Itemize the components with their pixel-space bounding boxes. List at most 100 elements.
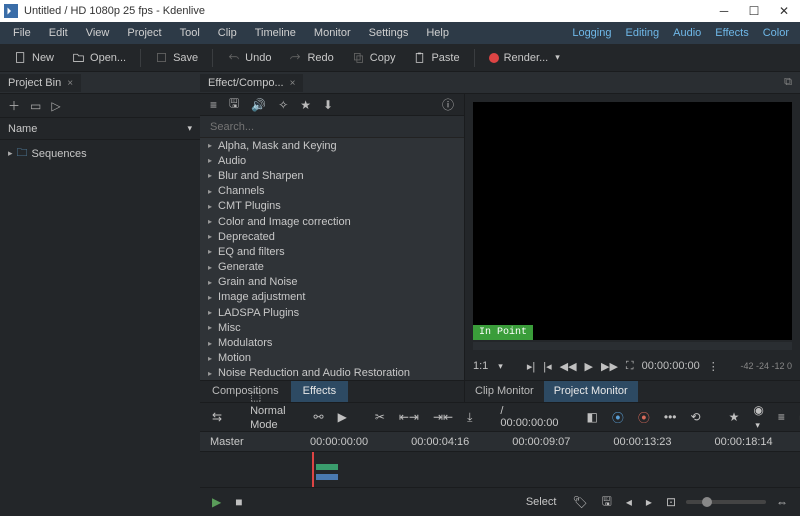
render-button[interactable]: Render...▾ (481, 49, 568, 67)
timeline-clip-video[interactable] (316, 464, 338, 470)
sequences-folder[interactable]: ▸ 🗀 Sequences (0, 140, 200, 167)
name-column[interactable]: Name (8, 123, 37, 135)
menu-monitor[interactable]: Monitor (305, 22, 360, 44)
snap-edge-icon[interactable]: ⦿ (634, 407, 654, 428)
dots-icon[interactable]: ••• (660, 408, 681, 426)
menu-tool[interactable]: Tool (171, 22, 209, 44)
monitor-timecode[interactable]: 00:00:00:00 (642, 360, 700, 372)
overwrite-icon[interactable]: ⤓ (463, 408, 476, 427)
list-icon[interactable]: ≡ (210, 98, 217, 112)
menu-view[interactable]: View (77, 22, 119, 44)
record-icon[interactable]: ◉ ▾ (749, 401, 767, 433)
fullwidth-icon[interactable]: ⇔ (772, 493, 792, 511)
monitor-viewport[interactable]: In Point (473, 102, 792, 340)
workspace-color[interactable]: Color (756, 22, 796, 44)
copy-icon[interactable]: ⧉ (784, 76, 792, 89)
expand-icon[interactable]: ▭ (795, 408, 800, 426)
cut-icon[interactable]: ✂ (371, 408, 389, 426)
tab-clip-monitor[interactable]: Clip Monitor (465, 381, 544, 402)
monitor-scrubber[interactable] (473, 342, 792, 350)
zone-end-icon[interactable]: |◂ (543, 360, 551, 373)
workspace-logging[interactable]: Logging (565, 22, 618, 44)
effect-category[interactable]: ▸CMT Plugins (200, 199, 464, 214)
effect-category[interactable]: ▸Noise Reduction and Audio Restoration (200, 366, 464, 380)
tab-effect-compo[interactable]: Effect/Compo...× (200, 74, 303, 92)
slider-thumb[interactable] (702, 497, 712, 507)
open-button[interactable]: Open... (64, 48, 134, 67)
info-icon[interactable]: ⓘ (442, 96, 454, 113)
play-icon[interactable]: ▶ (585, 360, 593, 373)
zoom-ratio[interactable]: 1:1 (473, 360, 488, 372)
zone-start-icon[interactable]: ▸| (527, 360, 535, 373)
effect-category[interactable]: ▸Color and Image correction (200, 214, 464, 229)
effect-category[interactable]: ▸Image adjustment (200, 290, 464, 305)
effect-category[interactable]: ▸Blur and Sharpen (200, 168, 464, 183)
workspace-audio[interactable]: Audio (666, 22, 708, 44)
ripple-icon[interactable]: ⟲ (687, 408, 705, 426)
close-icon[interactable]: × (67, 78, 73, 89)
snap-icon[interactable]: ⦿ (608, 407, 628, 428)
maximize-button[interactable]: ☐ (748, 5, 760, 17)
spacer-insert-icon[interactable]: ⇤⇥ (395, 408, 423, 426)
menu-clip[interactable]: Clip (209, 22, 246, 44)
link-icon[interactable]: ⚯ (310, 408, 328, 426)
mute-icon[interactable]: ■ (231, 493, 246, 511)
collapse-icon[interactable]: ≡ (774, 408, 789, 426)
effect-category[interactable]: ▸Deprecated (200, 229, 464, 244)
workspace-effects[interactable]: Effects (708, 22, 755, 44)
chevron-down-icon[interactable]: ▾ (187, 123, 192, 134)
spacer-remove-icon[interactable]: ⇥⇤ (429, 408, 457, 426)
effect-category[interactable]: ▸Alpha, Mask and Keying (200, 138, 464, 153)
menu-edit[interactable]: Edit (40, 22, 77, 44)
redo-button[interactable]: Redo (281, 48, 341, 67)
effect-category[interactable]: ▸Motion (200, 351, 464, 366)
save-effect-icon[interactable]: 🖫 (229, 94, 239, 115)
tab-project-monitor[interactable]: Project Monitor (544, 381, 638, 402)
tag-icon[interactable]: 🏷 (568, 493, 591, 511)
timeline-tracks[interactable] (200, 452, 800, 488)
effect-category[interactable]: ▸Audio (200, 153, 464, 168)
add-clip-icon[interactable]: ＋ (8, 97, 20, 114)
effect-category[interactable]: ▸Modulators (200, 335, 464, 350)
audio-icon[interactable]: 🔊 (251, 98, 266, 112)
favorite-icon[interactable]: ★ (725, 408, 744, 426)
save-icon[interactable]: 🖫 (598, 490, 616, 515)
playhead[interactable] (312, 452, 314, 487)
zoom-slider[interactable] (686, 500, 766, 504)
effects-search[interactable] (200, 116, 464, 138)
track-options-icon[interactable]: ⇆ (208, 408, 226, 426)
minimize-button[interactable]: ─ (718, 5, 730, 17)
timeline-ruler[interactable]: Master 00:00:00:0000:00:04:1600:00:09:07… (200, 432, 800, 452)
star-icon[interactable]: ★ (300, 98, 311, 112)
effect-category[interactable]: ▸Misc (200, 320, 464, 335)
play-icon[interactable]: ▶ (334, 408, 351, 426)
effects-list[interactable]: ▸Alpha, Mask and Keying▸Audio▸Blur and S… (200, 138, 464, 380)
new-button[interactable]: New (6, 48, 62, 67)
expand-icon[interactable]: ▸ (8, 148, 13, 159)
tab-project-bin[interactable]: Project Bin× (0, 74, 81, 92)
paste-button[interactable]: Paste (405, 48, 467, 67)
rewind-icon[interactable]: ◀◀ (560, 360, 577, 373)
fullscreen-icon[interactable]: ⛶ (626, 360, 634, 373)
lock-icon[interactable]: ▶ (208, 493, 225, 511)
forward-icon[interactable]: ▶▶ (601, 360, 618, 373)
effect-category[interactable]: ▸LADSPA Plugins (200, 305, 464, 320)
more-icon[interactable]: ⋮ (708, 360, 719, 373)
chevron-down-icon[interactable]: ▾ (498, 361, 503, 372)
menu-help[interactable]: Help (417, 22, 458, 44)
effect-category[interactable]: ▸Generate (200, 260, 464, 275)
timeline-clip-audio[interactable] (316, 474, 338, 480)
close-icon[interactable]: × (290, 78, 296, 89)
tab-effects[interactable]: Effects (291, 381, 348, 402)
effect-category[interactable]: ▸Grain and Noise (200, 275, 464, 290)
close-button[interactable]: ✕ (778, 5, 790, 17)
menu-timeline[interactable]: Timeline (246, 22, 305, 44)
marker-icon[interactable]: ◧ (583, 408, 602, 426)
tag-icon[interactable]: ▷ (51, 99, 60, 113)
menu-settings[interactable]: Settings (360, 22, 418, 44)
save-button[interactable]: Save (147, 48, 206, 67)
folder-icon[interactable]: ▭ (30, 99, 41, 113)
prev-icon[interactable]: ◂ (622, 493, 636, 511)
workspace-editing[interactable]: Editing (618, 22, 666, 44)
menu-project[interactable]: Project (118, 22, 170, 44)
